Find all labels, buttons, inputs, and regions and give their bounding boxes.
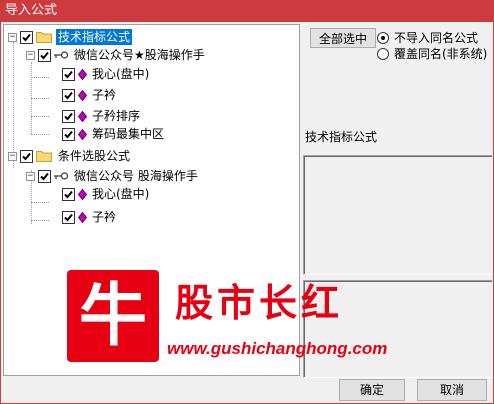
tree-node-checkbox[interactable] — [62, 88, 75, 102]
tree-node-checkbox[interactable] — [20, 149, 33, 163]
collapse-icon[interactable]: − — [26, 171, 35, 181]
select-all-button[interactable]: 全部选中 — [310, 28, 376, 48]
tree-node-checkbox[interactable] — [20, 30, 33, 44]
formula-icon — [78, 188, 87, 200]
radio-button[interactable] — [377, 31, 389, 44]
tree-node-label[interactable]: 子矜排序 — [90, 108, 142, 124]
radio-overwrite[interactable]: 覆盖同名(非系统) — [377, 45, 487, 62]
tree-node-author[interactable]: − 微信公众号★股海操作手 — [26, 46, 207, 64]
formula-icon — [78, 68, 87, 80]
options-panel: 全部选中 不导入同名公式 覆盖同名(非系统) 技术指标公式 — [303, 24, 493, 378]
tree-connector — [31, 116, 49, 117]
tree-node-checkbox[interactable] — [62, 109, 75, 123]
tree-node-checkbox[interactable] — [62, 210, 75, 224]
folder-icon — [36, 32, 52, 43]
tree-node-label[interactable]: 技术指标公式 — [56, 29, 133, 45]
tree-connector — [31, 220, 49, 221]
key-icon — [54, 172, 68, 180]
detail-section-title: 技术指标公式 — [305, 130, 378, 144]
formula-icon — [78, 128, 87, 140]
tree-connector — [31, 77, 49, 78]
formula-icon — [78, 110, 87, 122]
tree-node-label[interactable]: 子衿 — [90, 87, 118, 103]
tree-node-label[interactable]: 条件选股公式 — [56, 148, 132, 164]
tree-node-label[interactable]: 筹码最集中区 — [90, 126, 166, 142]
radio-label: 不导入同名公式 — [394, 31, 479, 45]
import-formula-dialog: − 技术指标公式 − 微信公众号★股海操作手 我心(盘中) 子衿 子矜排序 筹码… — [0, 22, 494, 404]
tree-node-checkbox[interactable] — [62, 187, 75, 201]
tree-node-label[interactable]: 子衿 — [90, 209, 118, 225]
window-title: 导入公式 — [0, 0, 494, 22]
collapse-icon[interactable]: − — [8, 151, 17, 161]
tree-connector — [31, 202, 49, 203]
tree-node-checkbox[interactable] — [38, 48, 51, 62]
tree-node-checkbox[interactable] — [38, 169, 51, 183]
formula-icon — [78, 89, 87, 101]
tree-node-folder[interactable]: − 技术指标公式 — [8, 28, 133, 46]
tree-node-checkbox[interactable] — [62, 127, 75, 141]
tree-node-formula[interactable]: 筹码最集中区 — [62, 125, 166, 143]
formula-description-box[interactable] — [303, 155, 493, 275]
formula-params-box[interactable] — [303, 280, 493, 378]
collapse-icon[interactable]: − — [8, 32, 17, 42]
tree-node-formula[interactable]: 子衿 — [62, 208, 118, 226]
radio-no-import[interactable]: 不导入同名公式 — [377, 29, 478, 46]
tree-node-label[interactable]: 微信公众号 股海操作手 — [72, 168, 200, 184]
key-icon — [54, 51, 68, 59]
ok-button[interactable]: 确定 — [339, 379, 405, 401]
tree-node-checkbox[interactable] — [62, 67, 75, 81]
tree-node-folder[interactable]: − 条件选股公式 — [8, 147, 132, 165]
folder-icon — [36, 151, 52, 162]
radio-button[interactable] — [377, 47, 389, 60]
cancel-button[interactable]: 取消 — [417, 379, 487, 401]
tree-connector — [31, 134, 49, 135]
tree-node-label[interactable]: 我心(盘中) — [90, 66, 151, 82]
tree-node-formula[interactable]: 我心(盘中) — [62, 65, 151, 83]
formula-icon — [78, 211, 87, 223]
tree-node-formula[interactable]: 我心(盘中) — [62, 185, 151, 203]
tree-node-label[interactable]: 我心(盘中) — [90, 186, 151, 202]
tree-node-label[interactable]: 微信公众号★股海操作手 — [72, 47, 207, 63]
tree-connector — [31, 98, 49, 99]
radio-label: 覆盖同名(非系统) — [394, 47, 488, 61]
tree-node-formula[interactable]: 子矜排序 — [62, 107, 142, 125]
formula-tree[interactable]: − 技术指标公式 − 微信公众号★股海操作手 我心(盘中) 子衿 子矜排序 筹码… — [3, 24, 300, 376]
tree-node-formula[interactable]: 子衿 — [62, 86, 118, 104]
tree-node-author[interactable]: − 微信公众号 股海操作手 — [26, 167, 200, 185]
collapse-icon[interactable]: − — [26, 50, 35, 60]
